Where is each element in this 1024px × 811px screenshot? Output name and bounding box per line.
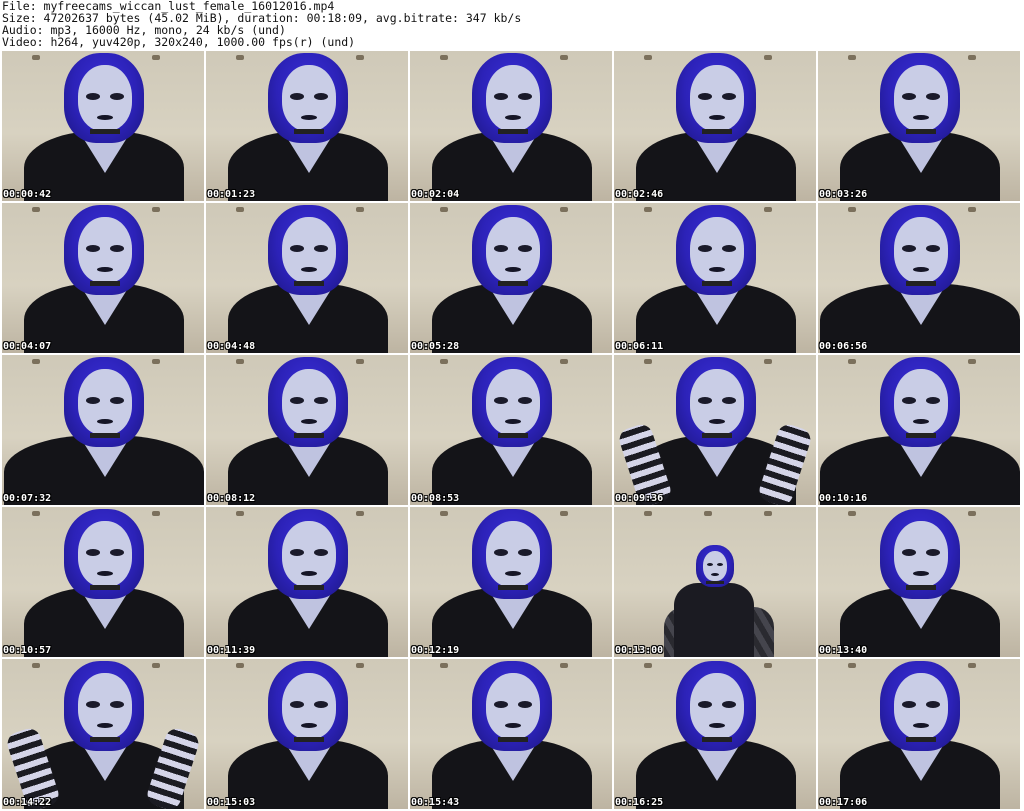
- video-thumbnail: 00:02:46: [614, 51, 816, 201]
- webcam-frame-figure: [410, 507, 612, 657]
- timestamp-label: 00:14:22: [3, 797, 52, 808]
- webcam-frame-figure: [410, 659, 612, 809]
- video-thumbnail: 00:08:12: [206, 355, 408, 505]
- video-thumbnail: 00:02:04: [410, 51, 612, 201]
- webcam-frame-figure: [818, 355, 1020, 505]
- webcam-frame-figure: [2, 507, 204, 657]
- timestamp-label: 00:06:11: [615, 341, 664, 352]
- webcam-frame-figure: [206, 51, 408, 201]
- timestamp-label: 00:13:40: [819, 645, 868, 656]
- thumbnail-grid: 00:00:42 00:01:23 00:02:04 00:02:46 00:03:26…: [2, 51, 1020, 809]
- webcam-frame-figure: [206, 507, 408, 657]
- video-thumbnail: 00:15:03: [206, 659, 408, 809]
- video-thumbnail: 00:04:07: [2, 203, 204, 353]
- video-thumbnail: 00:08:53: [410, 355, 612, 505]
- video-thumbnail: 00:10:57: [2, 507, 204, 657]
- timestamp-label: 00:10:57: [3, 645, 52, 656]
- timestamp-label: 00:12:19: [411, 645, 460, 656]
- webcam-frame-figure: [2, 51, 204, 201]
- video-thumbnail: 00:05:28: [410, 203, 612, 353]
- webcam-frame-figure: [2, 203, 204, 353]
- video-thumbnail: 00:13:40: [818, 507, 1020, 657]
- timestamp-label: 00:04:07: [3, 341, 52, 352]
- video-thumbnail: 00:01:23: [206, 51, 408, 201]
- timestamp-label: 00:07:32: [3, 493, 52, 504]
- timestamp-label: 00:17:06: [819, 797, 868, 808]
- webcam-frame-figure: [410, 203, 612, 353]
- video-thumbnail: 00:09:36: [614, 355, 816, 505]
- video-thumbnail: 00:07:32: [2, 355, 204, 505]
- webcam-frame-figure: [614, 51, 816, 201]
- timestamp-label: 00:11:39: [207, 645, 256, 656]
- webcam-frame-figure: [206, 659, 408, 809]
- webcam-frame-figure: [818, 51, 1020, 201]
- timestamp-label: 00:15:43: [411, 797, 460, 808]
- webcam-frame-figure: [614, 507, 816, 657]
- timestamp-label: 00:05:28: [411, 341, 460, 352]
- video-thumbnail: 00:12:19: [410, 507, 612, 657]
- timestamp-label: 00:06:56: [819, 341, 868, 352]
- video-thumbnail: 00:00:42: [2, 51, 204, 201]
- video-thumbnail: 00:06:11: [614, 203, 816, 353]
- timestamp-label: 00:03:26: [819, 189, 868, 200]
- webcam-frame-figure: [2, 355, 204, 505]
- timestamp-label: 00:13:00: [615, 645, 664, 656]
- timestamp-label: 00:02:46: [615, 189, 664, 200]
- webcam-frame-figure: [818, 507, 1020, 657]
- video-thumbnail: 00:16:25: [614, 659, 816, 809]
- video-thumbnail: 00:03:26: [818, 51, 1020, 201]
- timestamp-label: 00:04:48: [207, 341, 256, 352]
- timestamp-label: 00:10:16: [819, 493, 868, 504]
- video-thumbnail: 00:15:43: [410, 659, 612, 809]
- timestamp-label: 00:08:12: [207, 493, 256, 504]
- webcam-frame-figure: [614, 355, 816, 505]
- webcam-frame-figure: [410, 355, 612, 505]
- video-info-line: Video: h264, yuv420p, 320x240, 1000.00 f…: [2, 35, 356, 49]
- timestamp-label: 00:02:04: [411, 189, 460, 200]
- timestamp-label: 00:09:36: [615, 493, 664, 504]
- webcam-frame-figure: [206, 355, 408, 505]
- webcam-frame-figure: [818, 659, 1020, 809]
- timestamp-label: 00:00:42: [3, 189, 52, 200]
- timestamp-label: 00:16:25: [615, 797, 664, 808]
- file-info-header: File: myfreecams_wiccan_lust_female_1601…: [2, 0, 521, 48]
- video-thumbnail: 00:13:00: [614, 507, 816, 657]
- timestamp-label: 00:01:23: [207, 189, 256, 200]
- webcam-frame-figure: [410, 51, 612, 201]
- webcam-frame-figure: [2, 659, 204, 809]
- webcam-frame-figure: [818, 203, 1020, 353]
- webcam-frame-figure: [206, 203, 408, 353]
- timestamp-label: 00:15:03: [207, 797, 256, 808]
- video-thumbnail: 00:04:48: [206, 203, 408, 353]
- video-thumbnail: 00:06:56: [818, 203, 1020, 353]
- webcam-frame-figure: [614, 203, 816, 353]
- webcam-frame-figure: [614, 659, 816, 809]
- video-thumbnail: 00:10:16: [818, 355, 1020, 505]
- video-thumbnail: 00:14:22: [2, 659, 204, 809]
- timestamp-label: 00:08:53: [411, 493, 460, 504]
- video-thumbnail: 00:17:06: [818, 659, 1020, 809]
- video-thumbnail: 00:11:39: [206, 507, 408, 657]
